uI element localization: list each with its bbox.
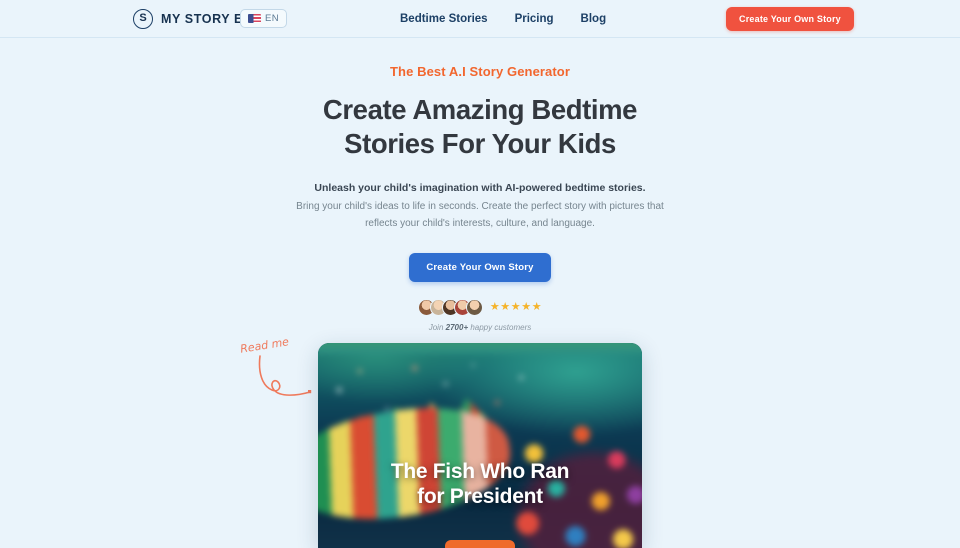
social-proof: ★★★★★ (0, 299, 960, 317)
nav-link-pricing[interactable]: Pricing (515, 13, 554, 25)
customer-count-caption: Join 2700+ happy customers (0, 323, 960, 332)
logo-badge-icon: S (133, 8, 153, 29)
story-card[interactable]: The Fish Who Ran for President (318, 343, 642, 548)
us-flag-icon (248, 14, 261, 23)
page-title: Create Amazing Bedtime Stories For Your … (0, 93, 960, 160)
story-card-action-button[interactable] (445, 540, 515, 548)
customer-avatars (417, 299, 483, 317)
nav-link-bedtime-stories[interactable]: Bedtime Stories (400, 13, 488, 25)
hero-eyebrow: The Best A.I Story Generator (389, 64, 571, 79)
header-create-story-button[interactable]: Create Your Own Story (726, 6, 854, 31)
hero-sub-text: Bring your child's ideas to life in seco… (0, 199, 960, 232)
read-me-label: Read me (239, 335, 290, 356)
avatar (465, 299, 483, 317)
join-count: 2700+ (445, 323, 469, 333)
heading-line-1: Create Amazing Bedtime (322, 94, 638, 125)
curved-arrow-icon (258, 355, 312, 396)
main-navigation: Bedtime Stories Pricing Blog (400, 13, 606, 25)
star-rating-icon: ★★★★★ (489, 301, 543, 314)
join-suffix: happy customers (468, 323, 532, 333)
read-me-annotation: Read me (239, 335, 320, 400)
story-title-line-1: The Fish Who Ran (390, 460, 570, 483)
language-code: EN (265, 13, 279, 24)
hero-sub-line-1: Bring your child's ideas to life in seco… (296, 201, 664, 213)
hero-sub-line-2: reflects your child's interests, culture… (365, 217, 595, 229)
site-header: S MY STORY ELF EN Bedtime Stories Pricin… (0, 0, 960, 38)
nav-link-blog[interactable]: Blog (581, 13, 607, 25)
heading-line-2: Stories For Your Kids (344, 127, 616, 159)
join-prefix: Join (428, 323, 446, 333)
hero-section: The Best A.I Story Generator Create Amaz… (0, 38, 960, 332)
story-cover-image (318, 343, 642, 548)
story-title-line-2: for President (417, 484, 543, 508)
story-title: The Fish Who Ran for President (318, 460, 642, 510)
language-selector[interactable]: EN (240, 9, 287, 28)
hero-lead-text: Unleash your child's imagination with AI… (314, 182, 646, 195)
hero-create-story-button[interactable]: Create Your Own Story (409, 253, 551, 283)
